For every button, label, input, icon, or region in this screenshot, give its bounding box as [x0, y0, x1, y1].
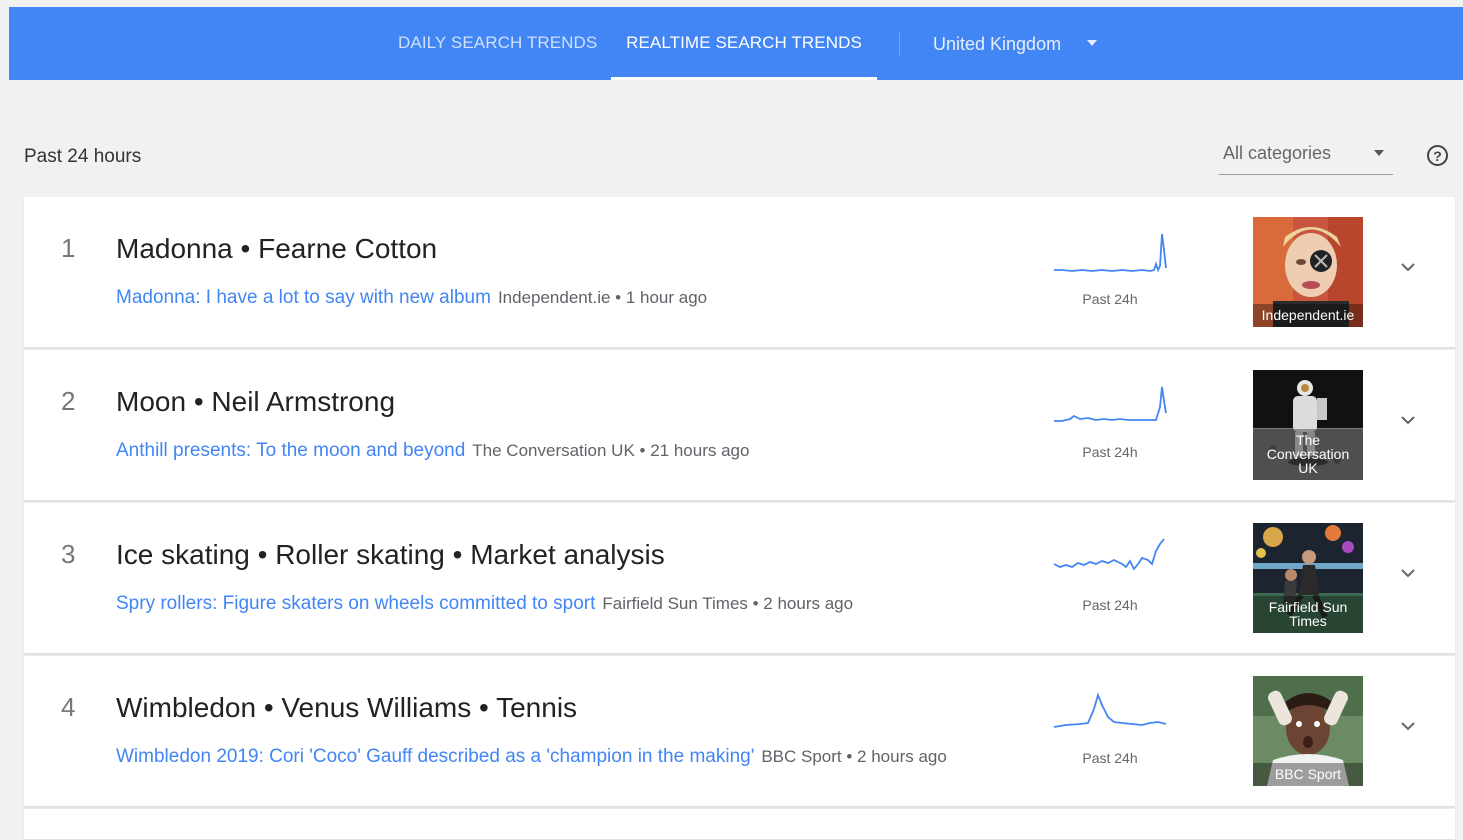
- sparkline-chart: [1053, 538, 1165, 571]
- sparkline-label: Past 24h: [1082, 750, 1138, 766]
- category-dropdown-value: All categories: [1223, 143, 1332, 163]
- sparkline-chart: [1054, 233, 1167, 273]
- story-thumbnail[interactable]: Independent.ie: [1253, 217, 1363, 327]
- trend-card[interactable]: 2 Moon • Neil Armstrong Anthill presents…: [24, 350, 1455, 501]
- sparkline-chart: [1054, 386, 1167, 422]
- story-link[interactable]: Anthill presents: To the moon and beyond: [116, 440, 465, 461]
- tab-daily-search-trends[interactable]: DAILY SEARCH TRENDS: [398, 7, 597, 80]
- story-meta: Fairfield Sun Times • 2 hours ago: [602, 594, 854, 613]
- trend-title[interactable]: Wimbledon • Venus Williams • Tennis: [116, 692, 577, 724]
- trend-rank: 1: [61, 233, 76, 263]
- story-meta: BBC Sport • 2 hours ago: [761, 747, 947, 766]
- trend-card[interactable]: 1 Madonna • Fearne Cotton Madonna: I hav…: [24, 197, 1455, 348]
- chevron-down-icon[interactable]: [1400, 565, 1416, 581]
- tab-divider: [899, 32, 900, 56]
- trend-title[interactable]: Ice skating • Roller skating • Market an…: [116, 539, 665, 571]
- thumbnail-caption: Independent.ie: [1253, 304, 1363, 327]
- story-meta: Independent.ie • 1 hour ago: [497, 288, 708, 307]
- story-thumbnail[interactable]: Fairfield Sun Times: [1253, 523, 1363, 633]
- top-navigation-bar: DAILY SEARCH TRENDS REALTIME SEARCH TREN…: [9, 7, 1463, 80]
- sparkline-chart: [1053, 692, 1167, 728]
- sparkline-label: Past 24h: [1082, 597, 1138, 613]
- story-meta: The Conversation UK • 21 hours ago: [472, 441, 750, 460]
- story-link[interactable]: Wimbledon 2019: Cori 'Coco' Gauff descri…: [116, 746, 754, 767]
- category-dropdown[interactable]: All categories: [1219, 138, 1393, 175]
- story-thumbnail[interactable]: BBC Sport: [1253, 676, 1363, 786]
- trend-rank: 4: [61, 692, 76, 722]
- trend-card[interactable]: 4 Wimbledon • Venus Williams • Tennis Wi…: [24, 656, 1455, 807]
- caret-down-icon: [1374, 150, 1384, 156]
- chevron-down-icon[interactable]: [1400, 259, 1416, 275]
- thumbnail-caption: BBC Sport: [1253, 763, 1363, 786]
- trend-story: Anthill presents: To the moon and beyond…: [116, 440, 749, 462]
- chevron-down-icon[interactable]: [1400, 412, 1416, 428]
- tab-realtime-search-trends[interactable]: REALTIME SEARCH TRENDS: [611, 7, 877, 80]
- country-selector[interactable]: United Kingdom: [933, 7, 1061, 80]
- trend-card[interactable]: [24, 809, 1455, 840]
- thumbnail-caption: Fairfield Sun Times: [1253, 596, 1363, 633]
- trend-title[interactable]: Madonna • Fearne Cotton: [116, 233, 437, 265]
- sparkline-label: Past 24h: [1082, 291, 1138, 307]
- period-label: Past 24 hours: [24, 146, 142, 167]
- thumbnail-caption: The Conversation UK: [1253, 429, 1363, 480]
- story-link[interactable]: Spry rollers: Figure skaters on wheels c…: [116, 593, 595, 614]
- sparkline-label: Past 24h: [1082, 444, 1138, 460]
- trend-rank: 2: [61, 386, 76, 416]
- story-link[interactable]: Madonna: I have a lot to say with new al…: [116, 287, 491, 308]
- trend-story: Spry rollers: Figure skaters on wheels c…: [116, 593, 853, 615]
- trend-story: Madonna: I have a lot to say with new al…: [116, 287, 707, 309]
- caret-down-icon[interactable]: [1087, 40, 1097, 46]
- trend-title[interactable]: Moon • Neil Armstrong: [116, 386, 395, 418]
- help-icon[interactable]: ?: [1427, 145, 1448, 166]
- story-thumbnail[interactable]: The Conversation UK: [1253, 370, 1363, 480]
- trend-story: Wimbledon 2019: Cori 'Coco' Gauff descri…: [116, 746, 947, 768]
- trend-card[interactable]: 3 Ice skating • Roller skating • Market …: [24, 503, 1455, 654]
- trend-rank: 3: [61, 539, 76, 569]
- chevron-down-icon[interactable]: [1400, 718, 1416, 734]
